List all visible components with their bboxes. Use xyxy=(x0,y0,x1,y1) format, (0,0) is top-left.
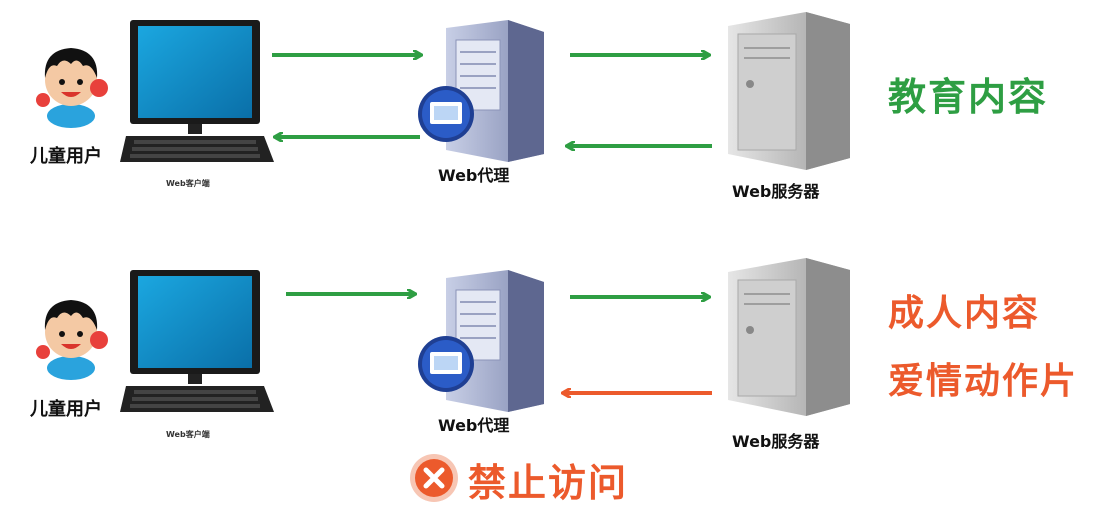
user-label: 儿童用户 xyxy=(30,146,102,167)
child-avatar-icon xyxy=(36,48,108,128)
request-arrow-proxy-to-server xyxy=(570,45,716,65)
response-arrow-proxy-to-client xyxy=(268,127,420,147)
blocked-label: 禁止访问 xyxy=(468,461,629,505)
proxy-label: Web代理 xyxy=(438,166,510,185)
request-arrow-client-to-proxy xyxy=(272,45,428,65)
web-server-icon xyxy=(728,258,850,416)
computer-monitor-icon xyxy=(120,20,274,162)
computer-monitor-icon xyxy=(120,270,274,412)
server-label: Web服务器 xyxy=(732,432,820,451)
blocked-x-icon xyxy=(410,454,458,502)
web-proxy-icon xyxy=(418,20,544,162)
web-proxy-icon xyxy=(418,270,544,412)
request-arrow-proxy-to-server xyxy=(570,287,716,307)
content-label-line-2: 爱情动作片 xyxy=(888,361,1079,402)
user-label: 儿童用户 xyxy=(30,399,102,420)
proxy-label: Web代理 xyxy=(438,416,510,435)
client-label: Web客户端 xyxy=(166,179,210,188)
response-arrow-server-to-proxy xyxy=(560,136,712,156)
response-arrow-server-to-proxy xyxy=(556,383,712,403)
content-label-line-1: 成人内容 xyxy=(888,293,1041,334)
web-server-icon xyxy=(728,12,850,170)
server-label: Web服务器 xyxy=(732,182,820,201)
child-avatar-icon xyxy=(36,300,108,380)
content-label: 教育内容 xyxy=(888,75,1049,119)
request-arrow-client-to-proxy xyxy=(286,284,422,304)
client-label: Web客户端 xyxy=(166,430,210,439)
